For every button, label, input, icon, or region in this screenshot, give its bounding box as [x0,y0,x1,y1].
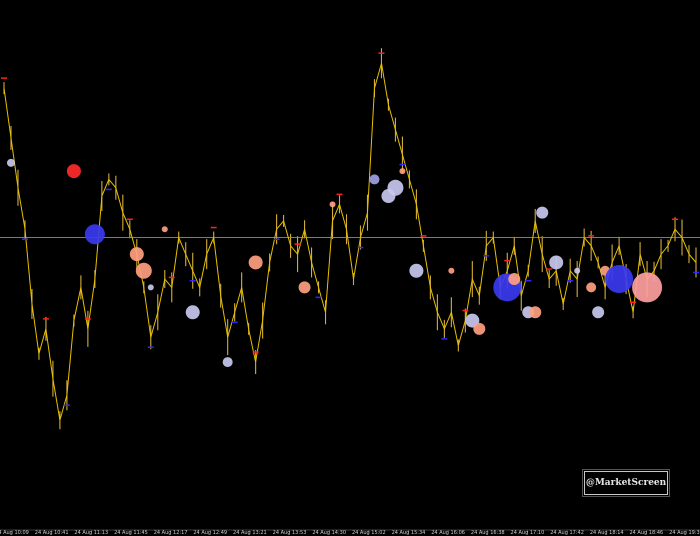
volume-bubble [161,226,168,233]
volume-bubble [6,158,15,167]
volume-bubble [129,247,144,262]
x-tick-label: 24 Aug 19:33 [669,530,700,536]
volume-bubble [586,282,597,293]
volume-bubble [298,281,311,294]
volume-bubble [248,255,263,270]
x-tick-label: 24 Aug 12:17 [154,530,188,536]
x-tick-label: 24 Aug 11:45 [114,530,148,536]
volume-bubble [549,255,564,270]
volume-bubble [448,267,455,274]
volume-bubble [147,284,154,291]
volume-bubble [632,272,663,303]
volume-bubble [387,179,404,196]
volume-bubble [369,174,380,185]
price-chart: 24 Aug 10:09 24 Aug 10:41 24 Aug 11:13 24 A… [0,48,700,536]
x-tick-label: 24 Aug 14:30 [312,530,346,536]
watermark-label: @MarketScreen [582,469,670,497]
volume-bubble [84,224,105,245]
x-tick-label: 24 Aug 13:53 [273,530,307,536]
volume-bubble [185,305,200,320]
x-tick-label: 24 Aug 10:41 [35,530,69,536]
volume-bubble [536,206,549,219]
x-tick-label: 24 Aug 16:06 [431,530,465,536]
volume-bubble [399,168,406,175]
volume-bubble [473,322,486,335]
x-tick-label: 24 Aug 12:49 [193,530,227,536]
x-tick-label: 24 Aug 16:38 [471,530,505,536]
volume-bubble [329,201,336,208]
x-tick-label: 24 Aug 17:42 [550,530,584,536]
x-tick-label: 24 Aug 18:46 [629,530,663,536]
volume-bubble [135,262,152,279]
x-tick-label: 24 Aug 10:09 [0,530,29,536]
volume-bubble [529,306,542,319]
trade-ticks [1,52,699,407]
volume-bubble [222,357,233,368]
x-axis: 24 Aug 10:09 24 Aug 10:41 24 Aug 11:13 24 A… [0,530,700,536]
x-tick-label: 24 Aug 15:34 [392,530,426,536]
volume-bubble [409,263,424,278]
volume-bubble [66,164,81,179]
volume-bubble [508,273,521,286]
price-bars [3,48,697,430]
volume-bubble [592,306,605,319]
price-line [3,63,697,421]
volume-bubble [605,265,634,294]
x-tick-label: 24 Aug 18:14 [590,530,624,536]
x-tick-label: 24 Aug 11:13 [74,530,108,536]
volume-bubble [574,267,581,274]
x-tick-label: 24 Aug 17:10 [511,530,545,536]
x-tick-label: 24 Aug 13:21 [233,530,267,536]
volume-bubbles [6,158,663,368]
x-tick-label: 24 Aug 15:02 [352,530,386,536]
